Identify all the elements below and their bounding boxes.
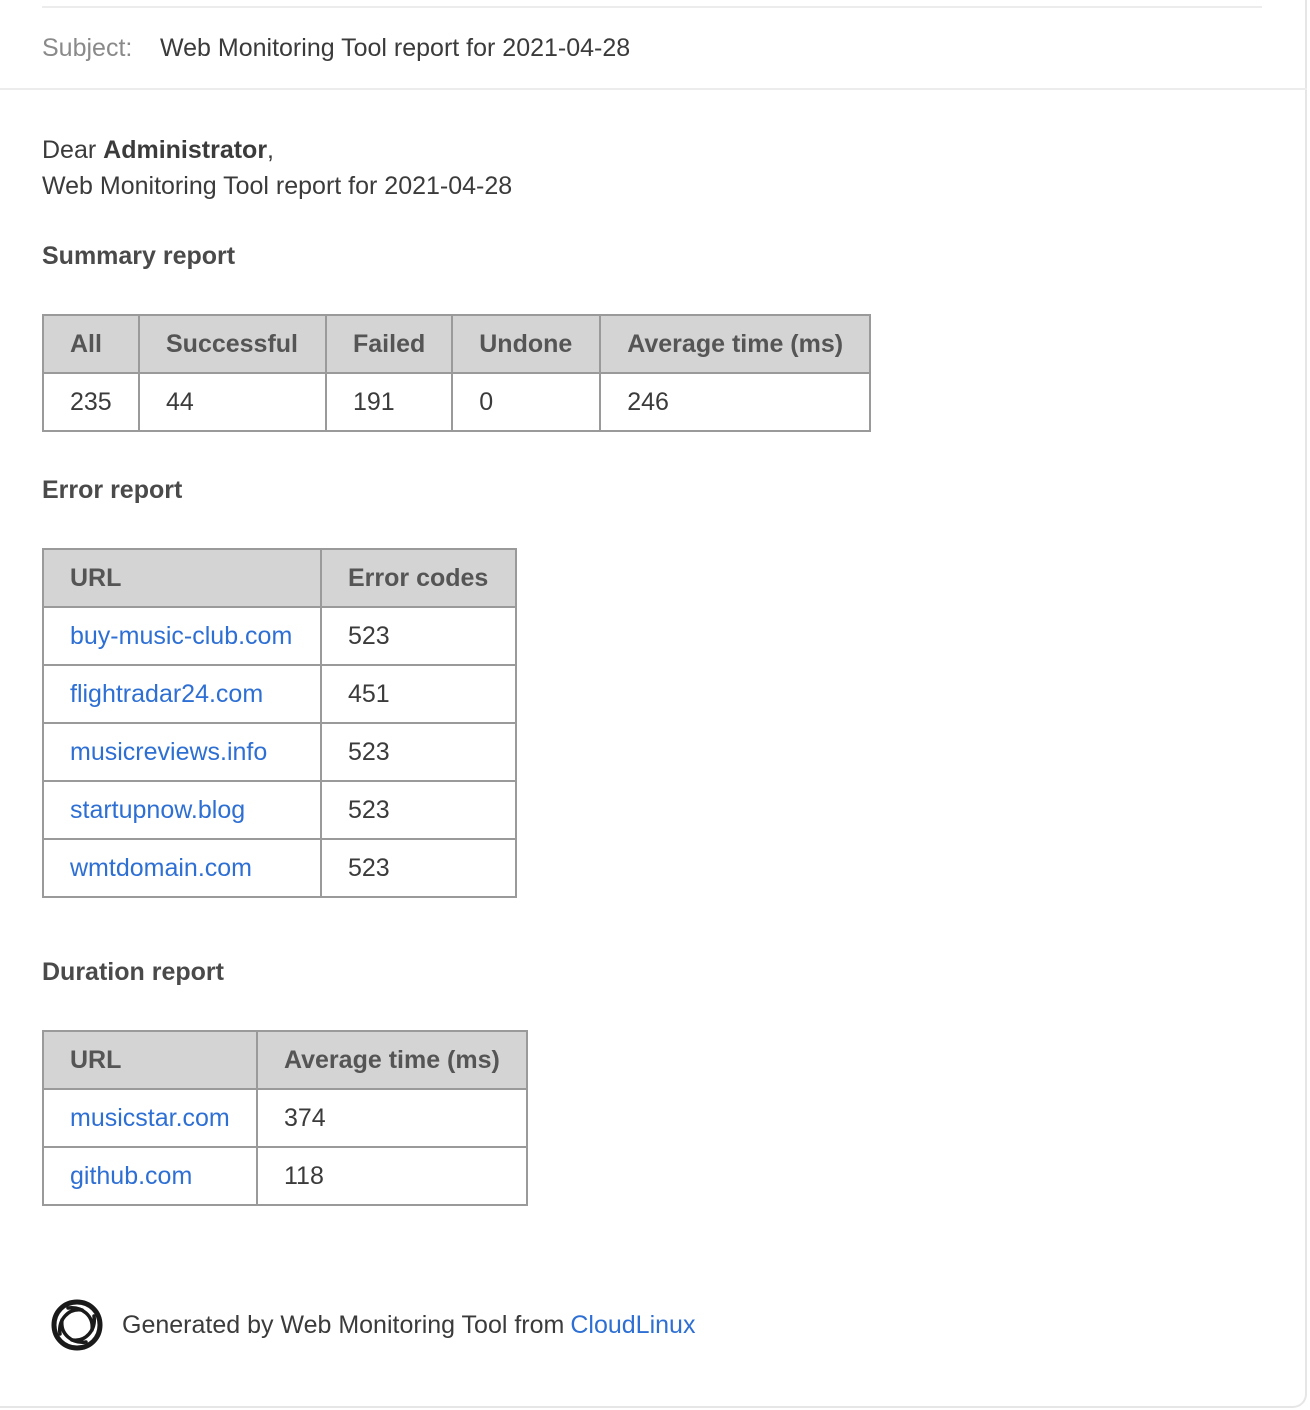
greeting-suffix: , [267,136,274,164]
error-header-row: URL Error codes [42,548,517,608]
subject-row: Subject: Web Monitoring Tool report for … [42,30,630,66]
error-code-cell: 523 [320,606,517,666]
table-row: buy-music-club.com 523 [42,606,517,666]
greeting-block: Dear Administrator, Web Monitoring Tool … [42,132,1242,204]
table-row: musicstar.com 374 [42,1088,528,1148]
duration-header-row: URL Average time (ms) [42,1030,528,1090]
summary-report-title: Summary report [42,242,236,270]
summary-header-successful: Successful [138,314,327,374]
error-url-cell: musicreviews.info [42,722,322,782]
greeting-line: Dear Administrator, [42,132,1242,168]
summary-header-all: All [42,314,140,374]
error-url-link[interactable]: musicreviews.info [70,738,267,766]
duration-time-cell: 118 [256,1146,528,1206]
error-header-codes: Error codes [320,548,517,608]
error-header-url: URL [42,548,322,608]
error-code-cell: 451 [320,664,517,724]
duration-url-cell: musicstar.com [42,1088,258,1148]
error-table: URL Error codes buy-music-club.com 523 f… [42,548,517,898]
error-url-link[interactable]: wmtdomain.com [70,854,252,882]
error-code-cell: 523 [320,780,517,840]
table-row: wmtdomain.com 523 [42,838,517,898]
duration-header-url: URL [42,1030,258,1090]
error-url-cell: wmtdomain.com [42,838,322,898]
footer: Generated by Web Monitoring Tool from Cl… [48,1296,695,1354]
error-url-link[interactable]: flightradar24.com [70,680,263,708]
table-row: github.com 118 [42,1146,528,1206]
recipient-name: Administrator [103,136,268,164]
cloudlinux-logo-icon [51,1299,103,1351]
summary-header-failed: Failed [324,314,454,374]
table-row: 235 44 191 0 246 [42,372,872,432]
summary-header-row: All Successful Failed Undone Average tim… [42,314,872,374]
error-code-cell: 523 [320,838,517,898]
table-row: flightradar24.com 451 [42,664,517,724]
subject-label: Subject: [42,33,133,62]
summary-table: All Successful Failed Undone Average tim… [42,314,872,432]
duration-header-average-time: Average time (ms) [256,1030,528,1090]
summary-average-time-value: 246 [599,372,872,432]
table-row: startupnow.blog 523 [42,780,517,840]
error-url-cell: flightradar24.com [42,664,322,724]
summary-failed-value: 191 [324,372,454,432]
duration-url-link[interactable]: github.com [70,1162,192,1190]
summary-header-undone: Undone [451,314,602,374]
table-row: musicreviews.info 523 [42,722,517,782]
subject-value: Web Monitoring Tool report for 2021-04-2… [160,33,631,62]
header-divider [0,88,1307,90]
duration-time-cell: 374 [256,1088,528,1148]
error-code-cell: 523 [320,722,517,782]
footer-text: Generated by Web Monitoring Tool from [122,1310,565,1339]
error-url-link[interactable]: buy-music-club.com [70,622,292,650]
summary-header-average-time: Average time (ms) [599,314,872,374]
error-report-title: Error report [42,476,183,504]
error-url-cell: buy-music-club.com [42,606,322,666]
top-divider [42,6,1262,8]
cloudlinux-link[interactable]: CloudLinux [570,1311,695,1340]
greeting-prefix: Dear [42,136,104,164]
duration-report-title: Duration report [42,958,224,986]
summary-successful-value: 44 [138,372,327,432]
error-url-link[interactable]: startupnow.blog [70,796,245,824]
summary-undone-value: 0 [451,372,602,432]
summary-all-value: 235 [42,372,140,432]
duration-table: URL Average time (ms) musicstar.com 374 … [42,1030,528,1206]
duration-url-link[interactable]: musicstar.com [70,1104,230,1132]
report-intro: Web Monitoring Tool report for 2021-04-2… [42,172,513,200]
duration-url-cell: github.com [42,1146,258,1206]
error-url-cell: startupnow.blog [42,780,322,840]
